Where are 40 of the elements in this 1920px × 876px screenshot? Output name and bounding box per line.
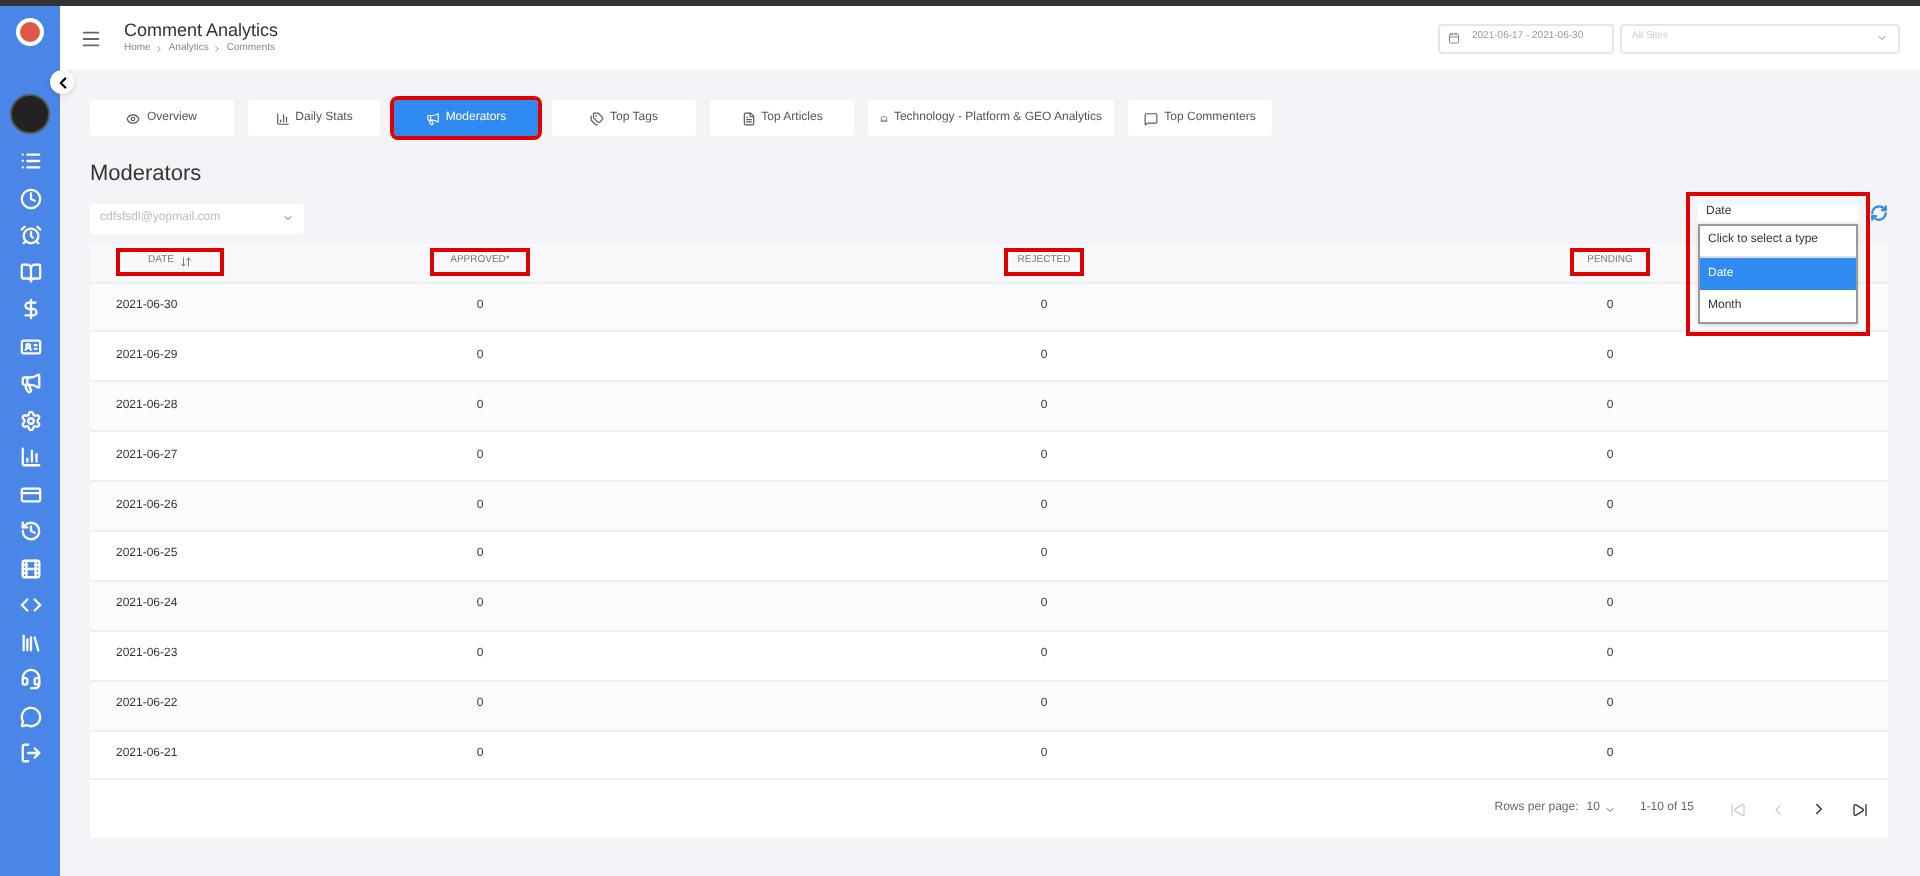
settings-icon[interactable] <box>19 409 41 431</box>
calendar-icon <box>1448 32 1460 44</box>
dollar-icon[interactable] <box>19 298 41 320</box>
tags-icon <box>590 111 605 125</box>
alarm-clock-icon[interactable] <box>19 224 41 246</box>
megaphone-icon <box>425 111 440 125</box>
megaphone-icon[interactable] <box>19 372 41 394</box>
logo-icon[interactable] <box>16 18 44 46</box>
card-icon[interactable] <box>19 335 41 357</box>
eye-icon <box>126 111 141 125</box>
chevron-right-icon <box>154 44 165 54</box>
refresh-icon[interactable] <box>1870 204 1888 222</box>
laptop-icon <box>880 111 888 125</box>
library-icon[interactable] <box>19 631 41 653</box>
headset-icon[interactable] <box>19 668 41 690</box>
menu-icon[interactable] <box>80 27 102 49</box>
next-page-icon[interactable] <box>1810 800 1828 819</box>
logout-icon[interactable] <box>19 742 41 764</box>
chevron-right-icon <box>212 44 223 54</box>
credit-card-icon[interactable] <box>19 483 41 505</box>
chart-icon[interactable] <box>19 446 41 468</box>
last-page-icon[interactable] <box>1852 801 1868 818</box>
book-icon[interactable] <box>19 261 41 283</box>
section-title: Moderators <box>90 160 204 190</box>
collapse-button[interactable] <box>50 70 74 94</box>
history-icon[interactable] <box>19 520 41 542</box>
comment-icon <box>1144 111 1159 125</box>
caret-icon <box>1603 803 1616 816</box>
document-icon <box>741 111 756 125</box>
code-icon[interactable] <box>19 594 41 616</box>
chevron-icon <box>282 212 294 224</box>
chart-icon <box>275 111 290 125</box>
page-title: Comment Analytics <box>124 19 279 42</box>
list-icon[interactable] <box>19 150 41 172</box>
clock-icon[interactable] <box>19 187 41 209</box>
chevron-icon <box>1876 32 1888 44</box>
film-icon[interactable] <box>19 557 41 579</box>
avatar-icon[interactable] <box>10 94 50 134</box>
sort-icon <box>179 256 192 268</box>
chat-icon[interactable] <box>19 705 41 727</box>
